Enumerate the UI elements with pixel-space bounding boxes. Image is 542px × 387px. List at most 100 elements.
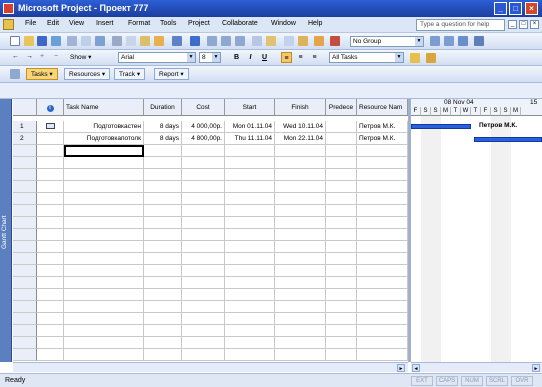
task-name-cell[interactable]: Подготовкапотолк <box>64 133 144 145</box>
row-number[interactable] <box>13 313 37 325</box>
empty-cell[interactable] <box>182 193 225 205</box>
column-resource-names[interactable]: Resource Nam <box>357 99 408 116</box>
scroll-right-icon[interactable]: ► <box>532 364 540 372</box>
menu-view[interactable]: View <box>69 20 84 27</box>
paste-icon[interactable] <box>140 36 150 46</box>
assign-resources-icon[interactable] <box>284 36 294 46</box>
empty-cell[interactable] <box>144 169 182 181</box>
empty-cell[interactable] <box>357 205 408 217</box>
link-tasks-icon[interactable] <box>207 36 217 46</box>
empty-cell[interactable] <box>225 157 275 169</box>
resources-button[interactable]: Resources ▾ <box>64 68 111 80</box>
split-task-icon[interactable] <box>235 36 245 46</box>
empty-cell[interactable] <box>357 193 408 205</box>
row-number[interactable] <box>13 145 37 157</box>
empty-cell[interactable] <box>37 349 64 361</box>
empty-cell[interactable] <box>225 145 275 157</box>
empty-cell[interactable] <box>326 181 357 193</box>
chevron-down-icon[interactable]: ▼ <box>212 53 220 62</box>
align-right-icon[interactable]: ≡ <box>309 52 320 63</box>
row-number[interactable] <box>13 337 37 349</box>
row-number[interactable] <box>13 241 37 253</box>
empty-cell[interactable] <box>182 277 225 289</box>
empty-cell[interactable] <box>357 349 408 361</box>
empty-cell[interactable] <box>64 229 144 241</box>
empty-cell[interactable] <box>64 337 144 349</box>
empty-cell[interactable] <box>182 145 225 157</box>
empty-cell[interactable] <box>326 289 357 301</box>
predecessors-cell[interactable] <box>326 121 357 133</box>
predecessors-cell[interactable] <box>326 133 357 145</box>
row-number[interactable] <box>13 289 37 301</box>
empty-cell[interactable] <box>37 337 64 349</box>
row-number[interactable] <box>13 229 37 241</box>
format-painter-icon[interactable] <box>154 36 164 46</box>
empty-cell[interactable] <box>64 349 144 361</box>
publish-icon[interactable] <box>298 36 308 46</box>
menu-help[interactable]: Help <box>308 20 322 27</box>
empty-cell[interactable] <box>326 241 357 253</box>
empty-cell[interactable] <box>275 277 326 289</box>
filter-select[interactable]: All Tasks ▼ <box>329 52 404 63</box>
empty-cell[interactable] <box>64 169 144 181</box>
empty-cell[interactable] <box>357 325 408 337</box>
empty-cell[interactable] <box>182 337 225 349</box>
zoom-in-icon[interactable] <box>430 36 440 46</box>
tasks-button[interactable]: Tasks ▾ <box>26 68 58 80</box>
column-task-name[interactable]: Task Name <box>64 99 144 116</box>
empty-cell[interactable] <box>326 337 357 349</box>
empty-cell[interactable] <box>357 289 408 301</box>
empty-cell[interactable] <box>275 253 326 265</box>
empty-cell[interactable] <box>182 181 225 193</box>
empty-cell[interactable] <box>326 193 357 205</box>
empty-cell[interactable] <box>326 301 357 313</box>
zoom-out-icon[interactable] <box>444 36 454 46</box>
empty-cell[interactable] <box>144 241 182 253</box>
empty-cell[interactable] <box>326 157 357 169</box>
empty-cell[interactable] <box>225 169 275 181</box>
empty-cell[interactable] <box>64 253 144 265</box>
doc-restore-button[interactable]: □ <box>519 20 528 29</box>
empty-cell[interactable] <box>225 289 275 301</box>
empty-cell[interactable] <box>225 253 275 265</box>
empty-cell[interactable] <box>64 205 144 217</box>
empty-cell[interactable] <box>64 181 144 193</box>
empty-cell[interactable] <box>275 145 326 157</box>
gantt-bar[interactable] <box>411 124 471 129</box>
empty-cell[interactable] <box>64 325 144 337</box>
empty-cell[interactable] <box>144 157 182 169</box>
font-select[interactable]: Arial ▼ <box>118 52 196 63</box>
doc-close-button[interactable]: × <box>530 20 539 29</box>
duration-cell[interactable]: 8 days <box>144 133 182 145</box>
empty-cell[interactable] <box>225 313 275 325</box>
empty-cell[interactable] <box>144 313 182 325</box>
column-predecessors[interactable]: Predece <box>326 99 357 116</box>
menu-file[interactable]: File <box>25 20 36 27</box>
empty-cell[interactable] <box>37 313 64 325</box>
row-number[interactable] <box>13 157 37 169</box>
empty-cell[interactable] <box>182 169 225 181</box>
indent-icon[interactable]: → <box>26 53 33 60</box>
empty-cell[interactable] <box>144 325 182 337</box>
group-icon[interactable] <box>330 36 340 46</box>
guide-toggle-icon[interactable] <box>10 69 20 79</box>
menu-collaborate[interactable]: Collaborate <box>222 20 258 27</box>
empty-cell[interactable] <box>326 169 357 181</box>
empty-cell[interactable] <box>182 349 225 361</box>
empty-cell[interactable] <box>225 277 275 289</box>
empty-cell[interactable] <box>357 313 408 325</box>
menu-edit[interactable]: Edit <box>47 20 59 27</box>
empty-cell[interactable] <box>275 325 326 337</box>
empty-cell[interactable] <box>37 301 64 313</box>
outdent-icon[interactable]: ← <box>12 53 19 60</box>
empty-cell[interactable] <box>64 241 144 253</box>
empty-cell[interactable] <box>64 289 144 301</box>
empty-cell[interactable] <box>37 241 64 253</box>
gantt-horizontal-scrollbar[interactable]: ◄ ► <box>411 362 542 372</box>
empty-cell[interactable] <box>357 301 408 313</box>
empty-cell[interactable] <box>144 253 182 265</box>
empty-cell[interactable] <box>275 157 326 169</box>
row-number[interactable] <box>13 205 37 217</box>
row-number[interactable] <box>13 169 37 181</box>
unlink-tasks-icon[interactable] <box>221 36 231 46</box>
